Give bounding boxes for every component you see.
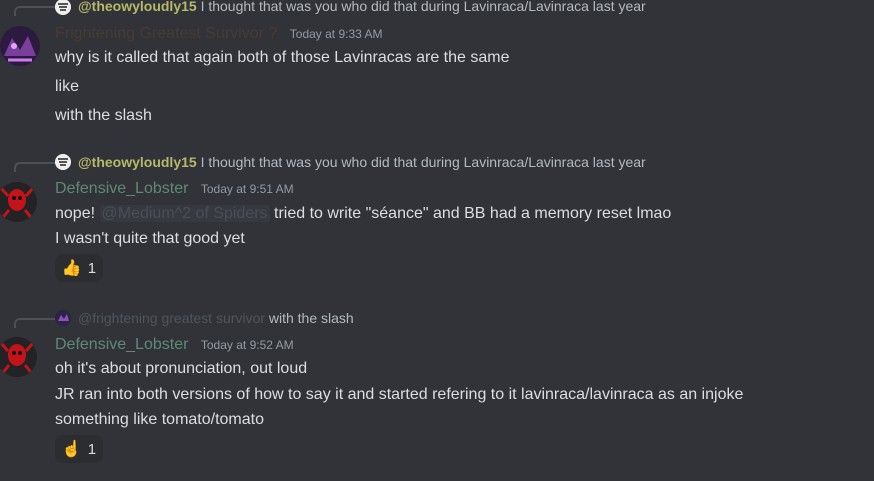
reply-spine: [14, 318, 56, 328]
reply-avatar[interactable]: [55, 154, 71, 170]
message-text: nope! @Medium^2 of Spiders tried to writ…: [55, 205, 671, 223]
reply-text[interactable]: I thought that was you who did that duri…: [201, 154, 646, 170]
user-mention[interactable]: @Medium^2 of Spiders: [99, 205, 270, 222]
avatar[interactable]: [0, 26, 40, 66]
reaction-button[interactable]: ☝️ 1: [55, 435, 103, 463]
reply-spine: [14, 6, 56, 16]
message-text: why is it called that again both of thos…: [55, 49, 510, 66]
username[interactable]: Defensive_Lobster: [55, 180, 188, 197]
reply-text[interactable]: with the slash: [269, 310, 354, 326]
message-text: I wasn't quite that good yet: [55, 230, 245, 247]
reply-preview[interactable]: @frightening greatest survivor with the …: [78, 310, 354, 326]
pointing-up-icon: ☝️: [61, 441, 82, 458]
timestamp[interactable]: Today at 9:33 AM: [290, 27, 383, 41]
reply-avatar[interactable]: [55, 310, 71, 326]
timestamp[interactable]: Today at 9:51 AM: [201, 182, 294, 196]
message-text: with the slash: [55, 107, 152, 124]
reply-preview[interactable]: @theowyloudly15 I thought that was you w…: [78, 154, 646, 170]
reply-author[interactable]: @theowyloudly15: [78, 154, 197, 170]
username[interactable]: Frightening Greatest Survivor ?: [55, 25, 277, 42]
avatar[interactable]: [0, 182, 37, 222]
username[interactable]: Defensive_Lobster: [55, 336, 188, 353]
reply-preview[interactable]: @theowyloudly15 I thought that was you w…: [78, 0, 646, 14]
message-text-pre: nope!: [55, 205, 96, 222]
thumbs-up-icon: 👍: [61, 260, 82, 277]
reply-author[interactable]: @frightening greatest survivor: [78, 310, 265, 326]
message-text-post: tried to write "séance" and BB had a mem…: [274, 205, 672, 222]
avatar[interactable]: [0, 337, 37, 377]
message-text: JR ran into both versions of how to say …: [55, 386, 744, 403]
reply-avatar[interactable]: [55, 0, 71, 15]
message-text: something like tomato/tomato: [55, 411, 264, 428]
message-text: like: [55, 78, 80, 95]
reaction-count: 1: [87, 440, 97, 458]
reply-spine: [14, 162, 56, 172]
timestamp[interactable]: Today at 9:52 AM: [201, 338, 294, 352]
reaction-button[interactable]: 👍 1: [55, 254, 103, 282]
message-text: oh it's about pronunciation, out loud: [55, 360, 308, 377]
reply-author[interactable]: @theowyloudly15: [78, 0, 197, 14]
reply-text[interactable]: I thought that was you who did that duri…: [201, 0, 646, 14]
reaction-count: 1: [87, 259, 97, 277]
